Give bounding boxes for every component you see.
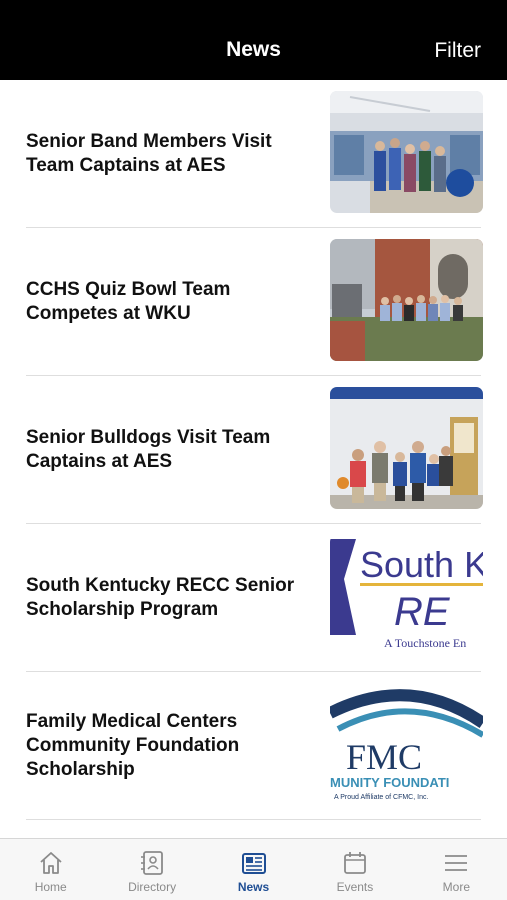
- page-title: News: [226, 38, 281, 61]
- news-item[interactable]: Family Medical Centers Community Foundat…: [0, 672, 507, 820]
- news-headline: South Kentucky RECC Senior Scholarship P…: [26, 575, 295, 620]
- filter-button[interactable]: Filter: [434, 39, 481, 63]
- bottom-tab-bar: Home Directory News Events More: [0, 838, 507, 900]
- divider: [26, 819, 481, 820]
- tab-label: More: [442, 880, 470, 894]
- news-headline: CCHS Quiz Bowl Team Competes at WKU: [26, 279, 231, 324]
- home-icon: [40, 852, 62, 874]
- news-thumbnail-group-photo: [330, 91, 483, 213]
- recc-logo-tagline: A Touchstone En: [384, 636, 466, 650]
- news-headline: Senior Bulldogs Visit Team Captains at A…: [26, 427, 271, 472]
- recc-logo-line2: RE: [394, 590, 451, 634]
- tab-events[interactable]: Events: [304, 839, 405, 900]
- tab-label: Directory: [128, 880, 177, 894]
- tab-label: Events: [336, 880, 374, 894]
- fmc-logo-mark: FMC: [346, 737, 422, 777]
- fmc-logo-line2: MUNITY FOUNDATI: [330, 775, 449, 790]
- fmc-logo-tagline: A Proud Affiliate of CFMC, Inc.: [334, 794, 428, 801]
- top-navigation-bar: News Filter: [0, 0, 507, 80]
- calendar-icon: [344, 852, 366, 874]
- news-thumbnail-fmc-logo: FMC MUNITY FOUNDATI A Proud Affiliate of…: [330, 683, 483, 805]
- news-thumbnail-group-photo: [330, 387, 483, 509]
- directory-icon: [141, 851, 164, 875]
- menu-icon: [445, 855, 468, 871]
- news-item[interactable]: Senior Band Members Visit Team Captains …: [0, 80, 507, 228]
- tab-label: Home: [34, 880, 67, 894]
- news-item[interactable]: South Kentucky RECC Senior Scholarship P…: [0, 524, 507, 672]
- news-headline: Senior Band Members Visit Team Captains …: [26, 131, 272, 176]
- news-list[interactable]: Senior Band Members Visit Team Captains …: [0, 80, 507, 838]
- news-item[interactable]: CCHS Quiz Bowl Team Competes at WKU: [0, 228, 507, 376]
- news-thumbnail-recc-logo: South K RE A Touchstone En: [330, 535, 483, 657]
- news-thumbnail-group-photo: [330, 239, 483, 361]
- tab-directory[interactable]: Directory: [101, 839, 202, 900]
- news-item[interactable]: Senior Bulldogs Visit Team Captains at A…: [0, 376, 507, 524]
- tab-more[interactable]: More: [406, 839, 507, 900]
- tab-news[interactable]: News: [203, 839, 304, 900]
- news-icon: [241, 853, 266, 874]
- tab-home[interactable]: Home: [0, 839, 101, 900]
- news-headline: Family Medical Centers Community Foundat…: [26, 711, 240, 780]
- tab-label: News: [237, 880, 270, 894]
- recc-logo-line1: South K: [360, 544, 483, 585]
